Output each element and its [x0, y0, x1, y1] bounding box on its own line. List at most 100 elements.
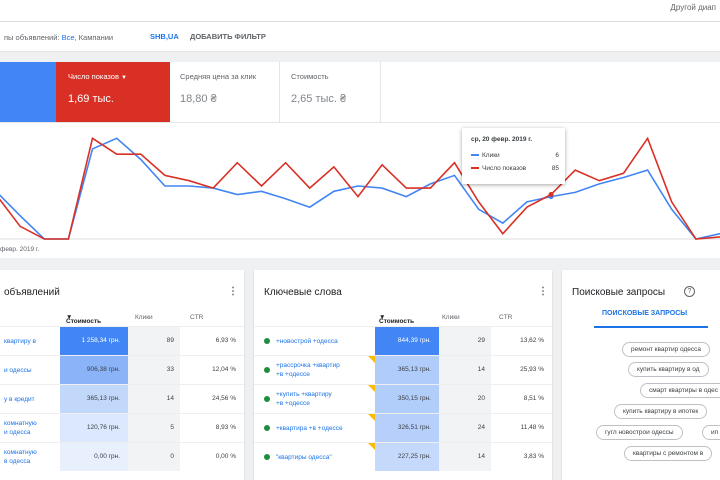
ctr-value: 8,51 % — [523, 395, 544, 402]
filter-prefix: пы объявлений: — [4, 33, 62, 42]
chevron-down-icon[interactable]: ▼ — [121, 75, 127, 81]
hover-point-impressions[interactable] — [548, 191, 554, 197]
table-row[interactable]: квартиру в 1 258,34 грн. 89 6,93 % — [0, 326, 244, 355]
clicks-cell: 20 — [439, 385, 491, 413]
warning-flag-icon[interactable] — [368, 443, 375, 450]
table-row[interactable]: и одессы 906,38 грн. 33 12,04 % — [0, 355, 244, 384]
ctr-value: 8,93 % — [215, 424, 236, 431]
search-term-chip[interactable]: гугл новострои одессы — [596, 425, 683, 440]
keywords-panel: Ключевые слова ⋮ Стоимость ▼ Клики CTR +… — [254, 270, 552, 480]
status-enabled-icon — [264, 454, 270, 460]
cost-cell: 906,38 грн. — [60, 356, 128, 384]
clicks-value: 24 — [477, 424, 485, 431]
ads-clicks-header[interactable]: Клики — [135, 314, 153, 321]
clicks-cell: 0 — [128, 443, 180, 471]
cost-value: 2,65 тыс. ₴ — [291, 93, 347, 105]
clicks-value: 89 — [166, 337, 174, 344]
search-term-chip[interactable]: купить квартиру в од — [628, 362, 709, 377]
tooltip-row-impressions: Число показов 85 — [471, 165, 559, 172]
ads-ctr-header[interactable]: CTR — [190, 314, 203, 321]
ad-name-link[interactable]: комнатную и одесса — [4, 419, 37, 437]
kw-ctr-header[interactable]: CTR — [499, 314, 512, 321]
more-vert-icon[interactable]: ⋮ — [538, 286, 548, 297]
series-line-clicks — [0, 137, 720, 240]
tab-search-terms[interactable]: ПОИСКОВЫЕ ЗАПРОСЫ — [602, 310, 687, 317]
table-row[interactable]: комнатную и одесса 120,76 грн. 5 8,93 % — [0, 413, 244, 442]
keyword-link[interactable]: "квартиры одесса" — [276, 453, 332, 462]
status-enabled-icon — [264, 367, 270, 373]
ad-name-link[interactable]: комнатную в одесса — [4, 448, 37, 466]
ad-name-link[interactable]: и одессы — [4, 366, 32, 375]
keyword-link[interactable]: +новострой +одесса — [276, 337, 338, 346]
top-bar: Другой диап — [0, 0, 720, 22]
ctr-value: 6,93 % — [215, 337, 236, 344]
keyword-link[interactable]: +рассрочка +квартир +в +одессе — [276, 361, 340, 379]
table-row[interactable]: +рассрочка +квартир +в +одессе 365,13 грн.… — [254, 355, 552, 384]
series-line-impressions — [0, 136, 720, 240]
warning-flag-icon[interactable] — [368, 356, 375, 363]
ctr-value: 0,00 % — [215, 453, 236, 460]
account-filter-chip[interactable]: SHB,UA — [150, 32, 179, 41]
ads-panel: объявлений ⋮ Стоимость ▼ Клики CTR кварт… — [0, 270, 244, 480]
keyword-link[interactable]: +купить +квартиру +в +одессе — [276, 390, 332, 408]
clicks-cell: 24 — [439, 414, 491, 442]
warning-flag-icon[interactable] — [368, 414, 375, 421]
tooltip-impressions-value: 85 — [551, 165, 559, 172]
cost-cell: 350,15 грн. — [368, 385, 439, 413]
clicks-value: 0 — [170, 453, 174, 460]
ads-cost-header-text: Стоимость — [66, 318, 102, 325]
filter-mid: , Кампании — [74, 33, 114, 42]
clicks-value: 20 — [477, 395, 485, 402]
avg-cpc-scorecard[interactable]: Средняя цена за клик 18,80 ₴ — [170, 62, 280, 122]
clicks-cell: 33 — [128, 356, 180, 384]
clicks-value: 14 — [166, 395, 174, 402]
cost-cell: 844,39 грн. — [375, 327, 439, 355]
search-term-chip[interactable]: купить квартиру в ипотек — [614, 404, 708, 419]
clicks-value: 14 — [477, 453, 485, 460]
warning-flag-icon[interactable] — [368, 385, 375, 392]
search-term-chip[interactable]: ремонт квартир одесса — [622, 342, 711, 357]
more-vert-icon[interactable]: ⋮ — [228, 286, 238, 297]
ad-name-link[interactable]: квартиру в — [4, 337, 36, 346]
cost-value: 906,38 грн. — [86, 366, 120, 373]
table-row[interactable]: у в кредит 365,13 грн. 14 24,56 % — [0, 384, 244, 413]
cost-cell: 365,13 грн. — [368, 356, 439, 384]
search-term-chip[interactable]: ип — [702, 425, 720, 440]
other-dates-link[interactable]: Другой диап — [670, 3, 716, 12]
cost-cell: 227,25 грн. — [368, 443, 439, 471]
ctr-value: 25,93 % — [520, 366, 544, 373]
ads-table-header: Стоимость ▼ Клики CTR — [0, 310, 244, 326]
performance-chart-svg: февр. 2019 г. — [0, 136, 720, 253]
impressions-label: Число показов ▼ — [68, 72, 127, 81]
table-row[interactable]: +купить +квартиру +в +одессе 350,15 грн. 20… — [254, 384, 552, 413]
add-filter-button[interactable]: ДОБАВИТЬ ФИЛЬТР — [190, 32, 266, 41]
clicks-value: 5 — [170, 424, 174, 431]
tab-indicator — [594, 326, 708, 328]
impressions-scorecard[interactable]: Число показов ▼ 1,69 тыс. — [56, 62, 170, 122]
clicks-cell: 89 — [128, 327, 180, 355]
status-enabled-icon — [264, 338, 270, 344]
cost-value: 350,15 грн. — [397, 395, 431, 402]
cost-value: 844,39 грн. — [397, 337, 431, 344]
table-row[interactable]: +квартира +в +одессе 326,51 грн. 24 11,48 % — [254, 413, 552, 442]
kw-cost-header[interactable]: Стоимость ▼ — [379, 314, 414, 325]
ad-name-link[interactable]: у в кредит — [4, 395, 35, 404]
help-icon[interactable]: ? — [684, 286, 695, 297]
table-row[interactable]: комнатную в одесса 0,00 грн. 0 0,00 % — [0, 442, 244, 471]
filter-summary[interactable]: пы объявлений: Все, Кампании — [4, 33, 113, 42]
kw-cost-header-text: Стоимость — [379, 318, 415, 325]
cost-scorecard[interactable]: Стоимость 2,65 тыс. ₴ — [281, 62, 381, 122]
keyword-link[interactable]: +квартира +в +одессе — [276, 424, 343, 433]
clicks-scorecard[interactable] — [0, 62, 56, 122]
cost-label: Стоимость — [291, 72, 329, 81]
search-term-chip[interactable]: квартиры с ремонтом в — [624, 446, 713, 461]
cost-value: 365,13 грн. — [397, 366, 431, 373]
kw-clicks-header[interactable]: Клики — [442, 314, 460, 321]
cost-value: 365,13 грн. — [86, 395, 120, 402]
ads-cost-header[interactable]: Стоимость ▼ — [66, 314, 101, 325]
tooltip-date: ср, 20 февр. 2019 г. — [471, 136, 533, 143]
clicks-cell: 5 — [128, 414, 180, 442]
table-row[interactable]: +новострой +одесса 844,39 грн. 29 13,62 % — [254, 326, 552, 355]
table-row[interactable]: "квартиры одесса" 227,25 грн. 14 3,83 % — [254, 442, 552, 471]
search-term-chip[interactable]: смарт квартиры в одес — [640, 383, 720, 398]
